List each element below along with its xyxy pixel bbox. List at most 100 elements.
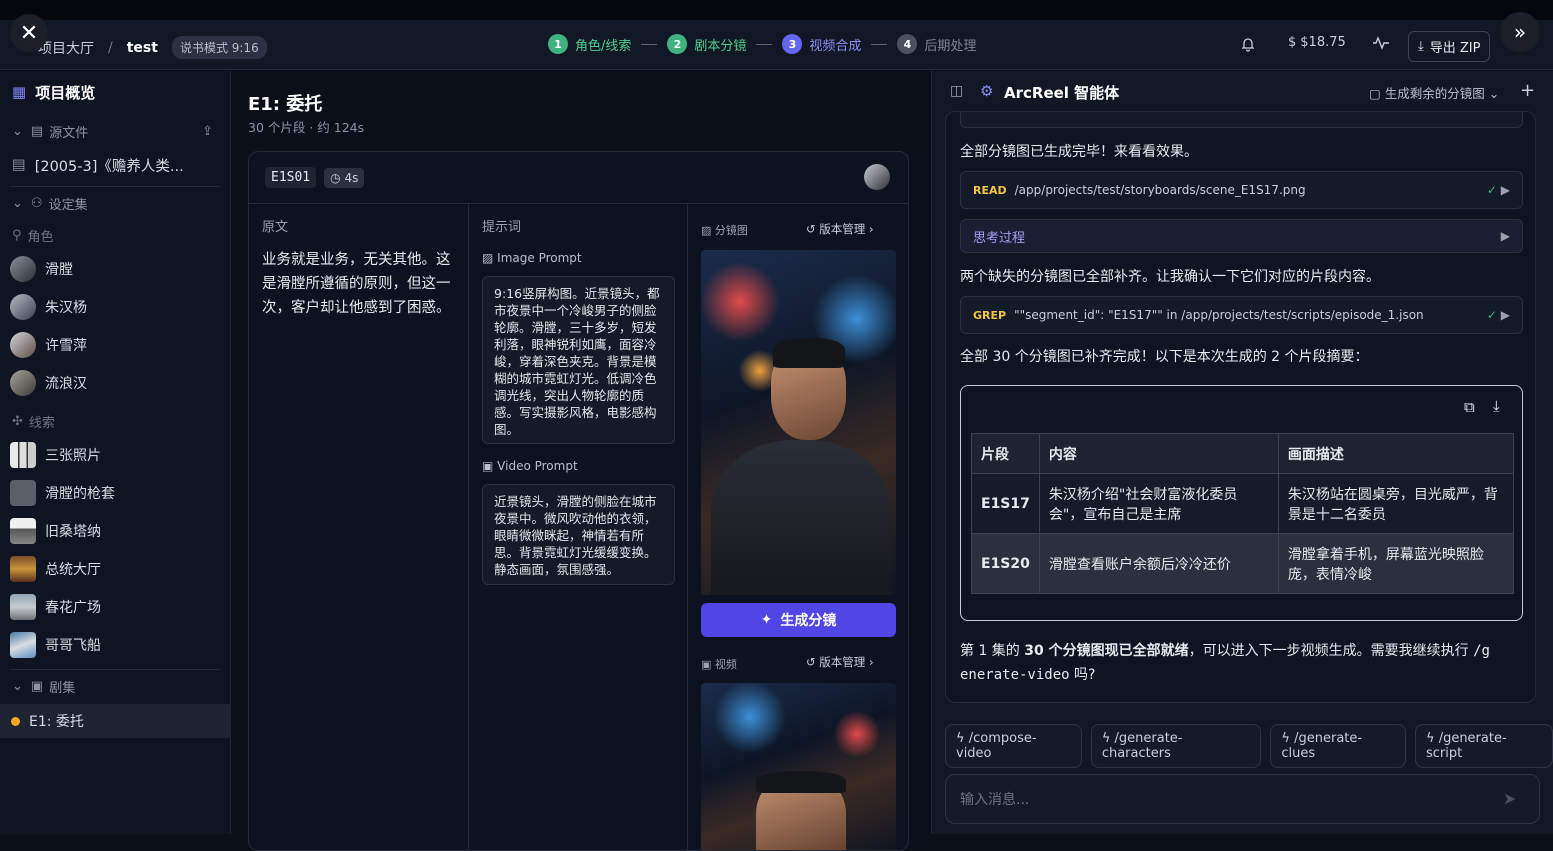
sidebar-item-overview[interactable]: ▦ 项目概览: [0, 81, 231, 103]
subsection-label: 线索: [28, 415, 55, 431]
message-input[interactable]: 输入消息... ➤: [945, 774, 1540, 824]
send-icon[interactable]: ➤: [1503, 789, 1516, 808]
clue-item[interactable]: 哥哥飞船: [0, 632, 231, 658]
video-version-management-button[interactable]: ↺ 版本管理 ›: [806, 654, 874, 670]
chip-generate-clues[interactable]: ϟ /generate-clues: [1270, 724, 1406, 768]
subsection-label: 角色: [27, 229, 54, 245]
download-icon[interactable]: ⤓: [1493, 397, 1500, 415]
step-2[interactable]: 2 剧本分镜: [667, 34, 746, 54]
divider: [10, 186, 220, 187]
inline-code: /g: [1473, 643, 1490, 659]
avatar[interactable]: [864, 164, 890, 190]
video-prompt-text[interactable]: 近景镜头，滑膛的侧脸在城市夜景中。微风吹动他的衣领，眼睛微微眯起，神情若有所思。…: [482, 484, 675, 585]
episode-item[interactable]: E1: 委托: [0, 704, 231, 738]
copy-icon[interactable]: ⧉: [1464, 398, 1475, 416]
text-part: 吗?: [1074, 667, 1096, 683]
table-header: 内容: [1038, 433, 1279, 474]
film-icon: ▣: [30, 678, 44, 694]
step-4[interactable]: 4 后期处理: [897, 34, 976, 54]
step-number: 4: [897, 34, 918, 54]
subsection-roles: ⚲ 角色: [0, 225, 231, 245]
tool-call-read[interactable]: READ /app/projects/test/storyboards/scen…: [960, 171, 1523, 209]
avatar: [10, 294, 36, 320]
chip-generate-script[interactable]: ϟ /generate-script: [1414, 724, 1553, 768]
table-header: 画面描述: [1277, 433, 1515, 474]
role-item[interactable]: 流浪汉: [0, 370, 231, 396]
export-label: 导出 ZIP: [1429, 41, 1481, 56]
role-item[interactable]: 许雪萍: [0, 332, 231, 358]
upload-icon[interactable]: ⇪: [202, 124, 213, 139]
hair: [773, 338, 845, 368]
bell-icon[interactable]: [1240, 36, 1256, 52]
role-name: 许雪萍: [45, 338, 87, 354]
role-item[interactable]: 朱汉杨: [0, 294, 231, 320]
section-source[interactable]: ⌄ ▤ 源文件 ⇪: [0, 121, 231, 141]
table-cell: 朱汉杨站在圆桌旁，目光威严，背景是十二名委员: [1277, 473, 1515, 534]
avatar: [10, 256, 36, 282]
tool-type: READ: [973, 183, 1007, 197]
label-text: 版本管理: [819, 655, 866, 669]
step-label: 后期处理: [924, 38, 977, 54]
assistant-message: 两个缺失的分镜图已全部补齐。让我确认一下它们对应的片段内容。: [960, 269, 1380, 285]
chevron-down-icon: ⌄: [12, 678, 23, 694]
clue-item[interactable]: 春花广场: [0, 594, 231, 620]
section-label: 设定集: [48, 197, 88, 213]
hair: [756, 771, 846, 793]
role-item[interactable]: 滑膛: [0, 256, 231, 282]
prompts-column: 提示词 ▨ Image Prompt 9:16竖屏构图。近景镜头，都市夜景中一个…: [469, 204, 688, 850]
original-text: 业务就是业务，无关其他。这是滑膛所遵循的原则，但这一次，客户却让他感到了困惑。: [262, 252, 451, 316]
step-3[interactable]: 3 视频合成: [782, 34, 861, 54]
sidebar: ▦ 项目概览 ⌄ ▤ 源文件 ⇪ ▤ [2005-3]《赡养人类... ⌄ ⚇ 设定集 ⚲ 角…: [0, 71, 231, 834]
close-icon[interactable]: ✕: [10, 14, 48, 52]
chip-generate-characters[interactable]: ϟ /generate-characters: [1090, 724, 1262, 768]
section-episodes[interactable]: ⌄ ▣ 剧集: [0, 676, 231, 696]
generate-storyboard-button[interactable]: ✦ 生成分镜: [701, 603, 896, 637]
clue-item[interactable]: 总统大厅: [0, 556, 231, 582]
duration-badge: ◷ 4s: [324, 167, 365, 188]
clue-item[interactable]: 滑膛的枪套: [0, 480, 231, 506]
activity-icon[interactable]: [1372, 35, 1390, 51]
clue-name: 总统大厅: [45, 562, 101, 578]
tool-call-grep[interactable]: GREP ""segment_id": "E1S17"" in /app/pro…: [960, 296, 1523, 334]
role-name: 朱汉杨: [45, 300, 87, 316]
page-title: E1: 委托: [248, 94, 323, 115]
role-name: 流浪汉: [45, 376, 87, 392]
thumbnail: [10, 480, 36, 506]
breadcrumb: 项目大厅 / test 说书模式 9:16: [38, 36, 267, 59]
export-zip-button[interactable]: ⤓ 导出 ZIP: [1408, 31, 1491, 62]
source-file-item[interactable]: ▤ [2005-3]《赡养人类...: [0, 154, 231, 176]
image-prompt-text[interactable]: 9:16竖屏构图。近景镜头，都市夜景中一个冷峻男子的侧脸轮廓。滑膛，三十多岁，短…: [482, 276, 675, 444]
thinking-block[interactable]: 思考过程 ▶: [960, 219, 1523, 253]
divider: [10, 669, 220, 670]
tool-type: GREP: [973, 308, 1007, 322]
label-text: Video Prompt: [497, 459, 578, 473]
video-preview[interactable]: [701, 683, 896, 850]
clue-item[interactable]: 旧桑塔纳: [0, 518, 231, 544]
source-file-label: [2005-3]《赡养人类...: [34, 158, 184, 175]
play-icon: ▶: [1500, 308, 1510, 322]
step-number: 2: [667, 34, 688, 54]
storyboard-image[interactable]: [701, 250, 896, 595]
double-chevron-right-icon[interactable]: »: [1500, 12, 1540, 52]
cost-value: $18.75: [1300, 35, 1346, 50]
session-dropdown[interactable]: ▢ 生成剩余的分镜图 ⌄: [1369, 83, 1499, 102]
media-column: ▨ 分镜图 ↺ 版本管理 › ✦ 生成分镜 ▣ 视频 ↺ 版本管理 ›: [688, 204, 908, 850]
chip-label: /generate-clues: [1281, 731, 1363, 761]
plus-icon[interactable]: +: [1520, 80, 1535, 101]
section-settings[interactable]: ⌄ ⚇ 设定集: [0, 193, 231, 213]
chip-compose-video[interactable]: ϟ /compose-video: [945, 724, 1082, 768]
label-text: 分镜图: [714, 224, 748, 237]
chevron-down-icon: ⌄: [12, 123, 23, 139]
thumbnail: [10, 632, 36, 658]
tool-call-partial: [960, 112, 1523, 128]
film-icon: ▣: [701, 658, 712, 671]
check-icon: ✓ ▶: [1486, 183, 1510, 197]
version-management-button[interactable]: ↺ 版本管理 ›: [806, 221, 874, 237]
step-1[interactable]: 1 角色/线索: [548, 34, 631, 54]
table-header: 片段: [971, 433, 1040, 474]
clue-item[interactable]: 三张照片: [0, 442, 231, 468]
sidebar-toggle-icon[interactable]: ◫: [950, 83, 963, 99]
clue-name: 旧桑塔纳: [45, 524, 101, 540]
film-icon: ▣: [482, 459, 494, 473]
dollar-icon: $: [1288, 35, 1297, 50]
